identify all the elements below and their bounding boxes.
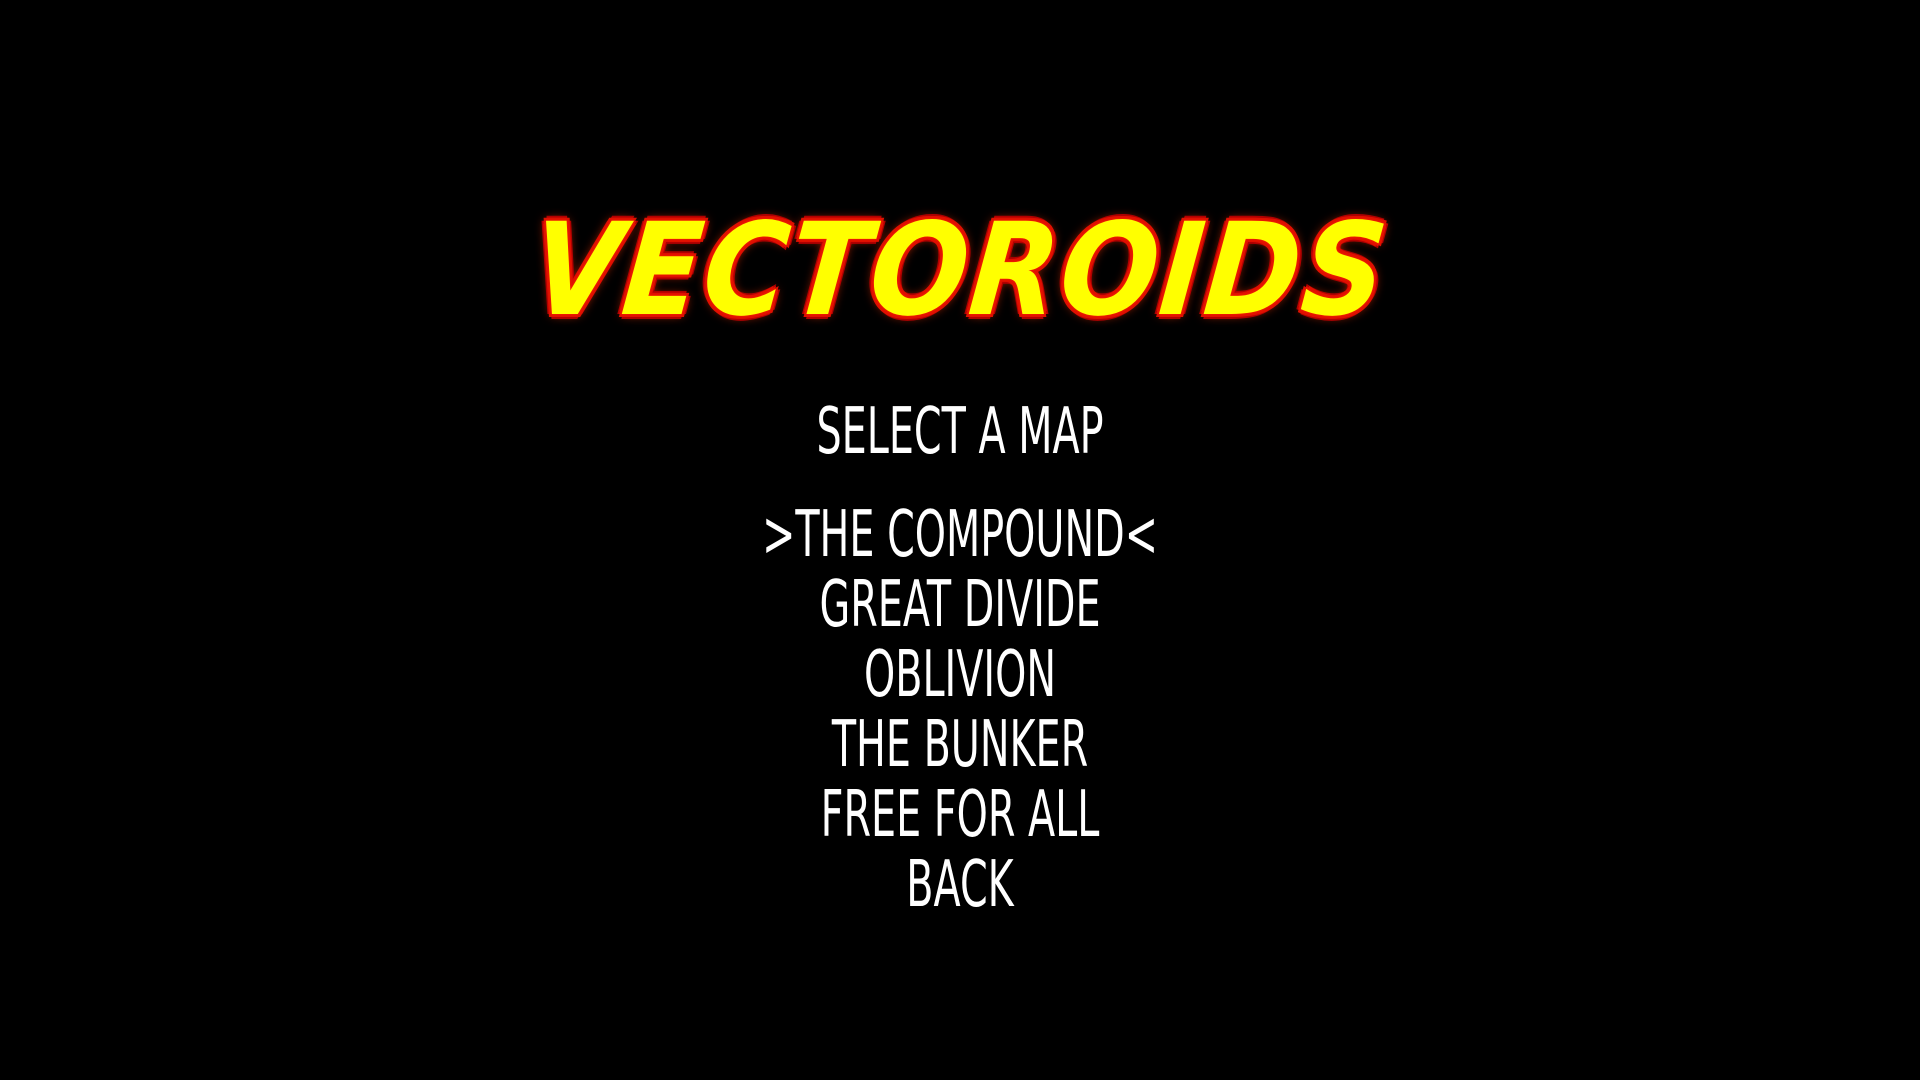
menu-item-the-compound[interactable]: >THE COMPOUND< [365,500,1555,570]
menu-item-label: GREAT DIVIDE [819,568,1101,642]
selection-arrow-left: > [762,498,796,572]
menu-item-label: THE BUNKER [831,708,1089,782]
menu-heading: SELECT A MAP [816,395,1104,469]
menu-item-great-divide[interactable]: GREAT DIVIDE [365,570,1555,640]
menu-item-back[interactable]: BACK [365,850,1555,920]
menu-item-label: BACK [906,848,1014,922]
game-screen: VECTOROIDS SELECT A MAP >THE COMPOUND< G… [0,0,1920,1080]
map-menu: >THE COMPOUND< GREAT DIVIDE OBLIVION THE… [0,500,1920,920]
menu-item-oblivion[interactable]: OBLIVION [365,640,1555,710]
menu-item-label: THE COMPOUND [795,498,1125,572]
selection-arrow-right: < [1124,498,1158,572]
menu-item-label: FREE FOR ALL [820,778,1100,852]
menu-item-the-bunker[interactable]: THE BUNKER [365,710,1555,780]
menu-item-label: OBLIVION [863,638,1057,712]
game-logo-title: VECTOROIDS [525,196,1395,345]
menu-item-free-for-all[interactable]: FREE FOR ALL [365,780,1555,850]
